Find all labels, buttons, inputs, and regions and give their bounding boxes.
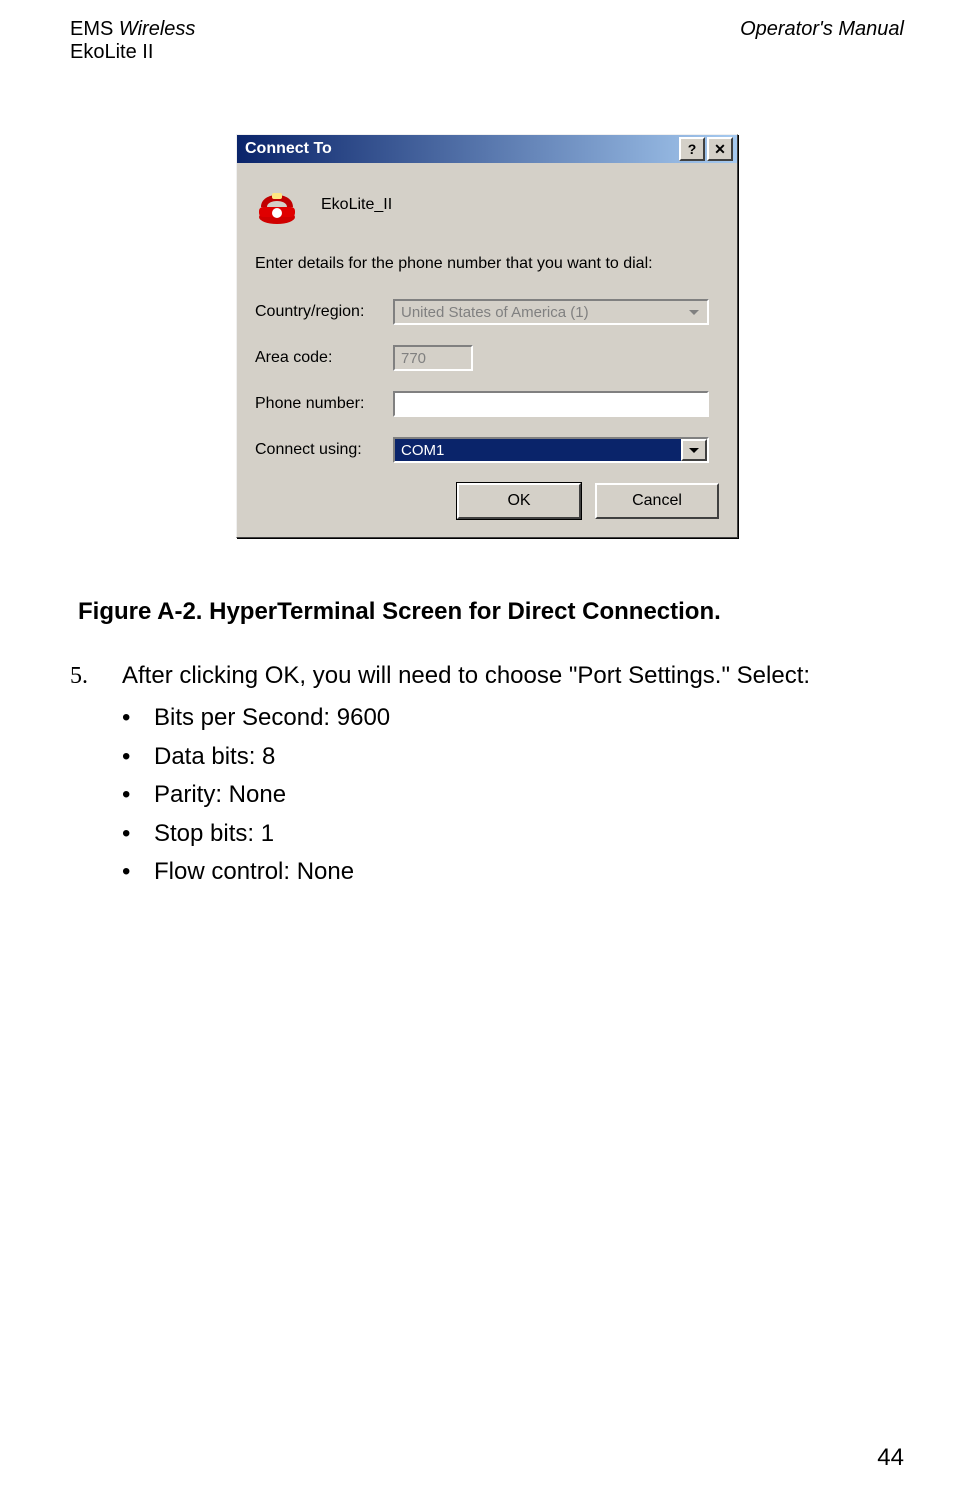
row-area: Area code: 770 [255,345,719,371]
titlebar: Connect To ? ✕ [237,135,737,163]
ok-button[interactable]: OK [457,483,581,519]
chevron-down-icon [689,448,699,453]
dialog-instruction: Enter details for the phone number that … [255,255,719,273]
dialog-container: Connect To ? ✕ EkoLite_II Enter detai [70,134,904,538]
header-left: EMS Wireless [70,18,195,41]
dialog-title: Connect To [245,140,332,158]
header-left-line2: EkoLite II [70,41,904,64]
phone-value [395,393,707,415]
step-text: After clicking OK, you will need to choo… [122,660,810,692]
row-country: Country/region: United States of America… [255,299,719,325]
label-phone: Phone number: [255,395,393,413]
step-number: 5. [70,660,122,692]
dialog-button-row: OK Cancel [255,483,719,519]
connection-icon-row: EkoLite_II [255,183,719,227]
page: EMS Wireless Operator's Manual EkoLite I… [0,0,974,1500]
bullet-list: •Bits per Second: 9600 •Data bits: 8 •Pa… [122,702,904,888]
list-item: •Flow control: None [122,856,904,888]
country-value: United States of America (1) [395,301,681,323]
close-icon: ✕ [714,141,726,158]
phone-icon [255,183,299,227]
country-combo: United States of America (1) [393,299,709,325]
header-right: Operator's Manual [740,18,904,41]
area-code-value: 770 [395,347,471,369]
connection-name: EkoLite_II [321,196,392,214]
country-combo-button [681,301,707,323]
page-number: 44 [877,1444,904,1472]
list-item: •Data bits: 8 [122,741,904,773]
figure-caption: Figure A-2. HyperTerminal Screen for Dir… [70,598,904,626]
label-area: Area code: [255,349,393,367]
body-content: 5. After clicking OK, you will need to c… [70,660,904,888]
list-item: •Stop bits: 1 [122,818,904,850]
phone-input[interactable] [393,391,709,417]
help-button[interactable]: ? [679,137,705,161]
step-5: 5. After clicking OK, you will need to c… [70,660,904,692]
row-phone: Phone number: [255,391,719,417]
list-item: •Bits per Second: 9600 [122,702,904,734]
row-connect: Connect using: COM1 [255,437,719,463]
label-country: Country/region: [255,303,393,321]
header-left-italic: Wireless [119,18,196,40]
area-code-input: 770 [393,345,473,371]
page-header: EMS Wireless Operator's Manual [70,18,904,41]
chevron-down-icon [689,310,699,315]
dialog-body: EkoLite_II Enter details for the phone n… [237,163,737,537]
connect-using-combo[interactable]: COM1 [393,437,709,463]
connect-using-value: COM1 [395,439,681,461]
label-connect: Connect using: [255,441,393,459]
connect-to-dialog: Connect To ? ✕ EkoLite_II Enter detai [236,134,738,538]
help-icon: ? [688,141,697,157]
cancel-button[interactable]: Cancel [595,483,719,519]
connect-combo-button[interactable] [681,439,707,461]
list-item: •Parity: None [122,779,904,811]
header-left-plain: EMS [70,18,119,40]
close-button[interactable]: ✕ [707,137,733,161]
